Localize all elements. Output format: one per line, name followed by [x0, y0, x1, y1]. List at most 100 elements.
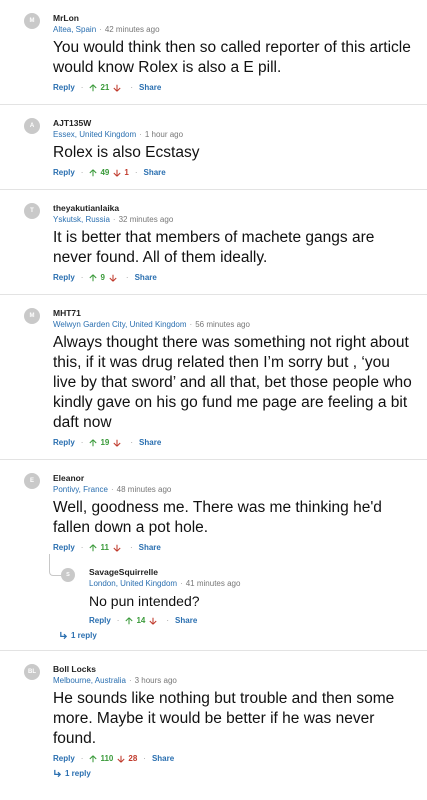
avatar[interactable]: A — [24, 118, 40, 134]
comment: M MHT71 Welwyn Garden City, United Kingd… — [0, 295, 427, 460]
avatar[interactable]: S — [61, 568, 75, 582]
comment-meta: Melbourne, Australia · 3 hours ago — [53, 675, 413, 687]
upvote-count: 9 — [100, 273, 105, 282]
arrow-up-icon — [89, 755, 98, 763]
separator-dot: · — [129, 543, 133, 552]
downvote-button[interactable] — [109, 274, 120, 282]
upvote-button[interactable]: 21 — [89, 82, 109, 94]
comment: BL Boll Locks Melbourne, Australia · 3 hou… — [0, 651, 427, 788]
view-replies-link[interactable]: 1 reply — [59, 631, 413, 640]
upvote-button[interactable]: 19 — [89, 437, 109, 449]
comment: T theyakutianlaika Yskutsk, Russia · 32 mi… — [0, 190, 427, 295]
arrow-up-icon — [89, 439, 98, 447]
downvote-button[interactable] — [113, 439, 124, 447]
reply-button[interactable]: Reply — [53, 167, 75, 179]
comment-time: 48 minutes ago — [116, 485, 172, 494]
comment-location: Essex, United Kingdom — [53, 130, 137, 139]
upvote-button[interactable]: 11 — [89, 542, 109, 554]
avatar[interactable]: M — [24, 13, 40, 29]
comment-username[interactable]: theyakutianlaika — [53, 202, 413, 214]
arrow-down-icon — [113, 439, 121, 447]
reply-button[interactable]: Reply — [53, 542, 75, 554]
avatar[interactable]: E — [24, 473, 40, 489]
separator-dot: · — [112, 215, 116, 224]
separator-dot: · — [166, 616, 170, 625]
reply-button[interactable]: Reply — [53, 753, 75, 765]
upvote-count: 11 — [100, 543, 109, 552]
comment-meta: Essex, United Kingdom · 1 hour ago — [53, 129, 413, 141]
comment-actions: Reply · 9 · Share — [53, 272, 413, 284]
replies-count-label: 1 reply — [71, 631, 97, 640]
comment-time: 1 hour ago — [144, 130, 184, 139]
replies-count-label: 1 reply — [65, 769, 91, 778]
comment-username[interactable]: SavageSquirrelle — [89, 566, 413, 578]
comment-username[interactable]: Eleanor — [53, 472, 413, 484]
avatar[interactable]: BL — [24, 664, 40, 680]
share-button[interactable]: Share — [135, 272, 157, 284]
comment-text: You would think then so called reporter … — [53, 39, 411, 76]
arrow-down-icon — [113, 544, 121, 552]
separator-dot: · — [128, 676, 132, 685]
comment-username[interactable]: MrLon — [53, 12, 413, 24]
separator-dot: · — [116, 616, 120, 625]
upvote-button[interactable]: 14 — [125, 615, 145, 627]
comment-meta: London, United Kingdom · 41 minutes ago — [89, 578, 413, 590]
arrow-down-icon — [109, 274, 117, 282]
separator-dot: · — [99, 25, 102, 34]
reply-button[interactable]: Reply — [53, 437, 75, 449]
downvote-button[interactable] — [113, 84, 124, 92]
reply-button[interactable]: Reply — [89, 615, 111, 627]
comment-time: 42 minutes ago — [104, 25, 160, 34]
comment-actions: Reply · 19 · Share — [53, 437, 413, 449]
comment-meta: Altea, Spain · 42 minutes ago — [53, 24, 413, 36]
arrow-down-icon — [113, 169, 121, 177]
avatar[interactable]: T — [24, 203, 40, 219]
arrow-up-icon — [89, 169, 98, 177]
arrow-up-icon — [89, 84, 98, 92]
comment-actions: Reply · 11 · Share — [53, 542, 413, 554]
separator-dot: · — [189, 320, 193, 329]
upvote-button[interactable]: 110 — [89, 753, 113, 765]
upvote-count: 19 — [100, 438, 110, 447]
downvote-button[interactable]: 1 — [113, 167, 129, 179]
comment-location: Altea, Spain — [53, 25, 97, 34]
share-button[interactable]: Share — [139, 437, 161, 449]
separator-dot: · — [80, 83, 84, 92]
share-button[interactable]: Share — [175, 615, 197, 627]
upvote-count: 110 — [100, 754, 114, 763]
reply-button[interactable]: Reply — [53, 82, 75, 94]
view-replies-link[interactable]: 1 reply — [53, 769, 413, 778]
share-button[interactable]: Share — [139, 82, 161, 94]
comment-username[interactable]: AJT135W — [53, 117, 413, 129]
separator-dot: · — [143, 754, 146, 763]
separator-dot: · — [130, 83, 134, 92]
comment-location: Yskutsk, Russia — [53, 215, 110, 224]
avatar[interactable]: M — [24, 308, 40, 324]
separator-dot: · — [180, 579, 183, 588]
comment: M MrLon Altea, Spain · 42 minutes ago You … — [0, 0, 427, 105]
share-button[interactable]: Share — [152, 753, 174, 765]
upvote-button[interactable]: 49 — [89, 167, 109, 179]
share-button[interactable]: Share — [144, 167, 166, 179]
separator-dot: · — [80, 438, 84, 447]
separator-dot: · — [125, 273, 129, 282]
downvote-button[interactable]: 28 — [117, 753, 137, 765]
arrow-up-icon — [89, 544, 98, 552]
upvote-count: 21 — [100, 83, 110, 92]
comment-username[interactable]: MHT71 — [53, 307, 413, 319]
share-button[interactable]: Share — [139, 542, 161, 554]
reply-button[interactable]: Reply — [53, 272, 75, 284]
arrow-down-icon — [113, 84, 121, 92]
comment-text: It is better that members of machete gan… — [53, 229, 375, 266]
comment-text: No pun intended? — [89, 593, 200, 609]
upvote-button[interactable]: 9 — [89, 272, 105, 284]
downvote-count: 28 — [128, 754, 138, 763]
downvote-button[interactable] — [149, 617, 160, 625]
downvote-button[interactable] — [113, 544, 124, 552]
comment-actions: Reply · 14 · Share — [89, 615, 413, 627]
separator-dot: · — [80, 273, 84, 282]
comment-location: Melbourne, Australia — [53, 676, 126, 685]
arrow-down-icon — [149, 617, 157, 625]
comment-actions: Reply · 110 28 · Share — [53, 753, 413, 765]
comment-username[interactable]: Boll Locks — [53, 663, 413, 675]
